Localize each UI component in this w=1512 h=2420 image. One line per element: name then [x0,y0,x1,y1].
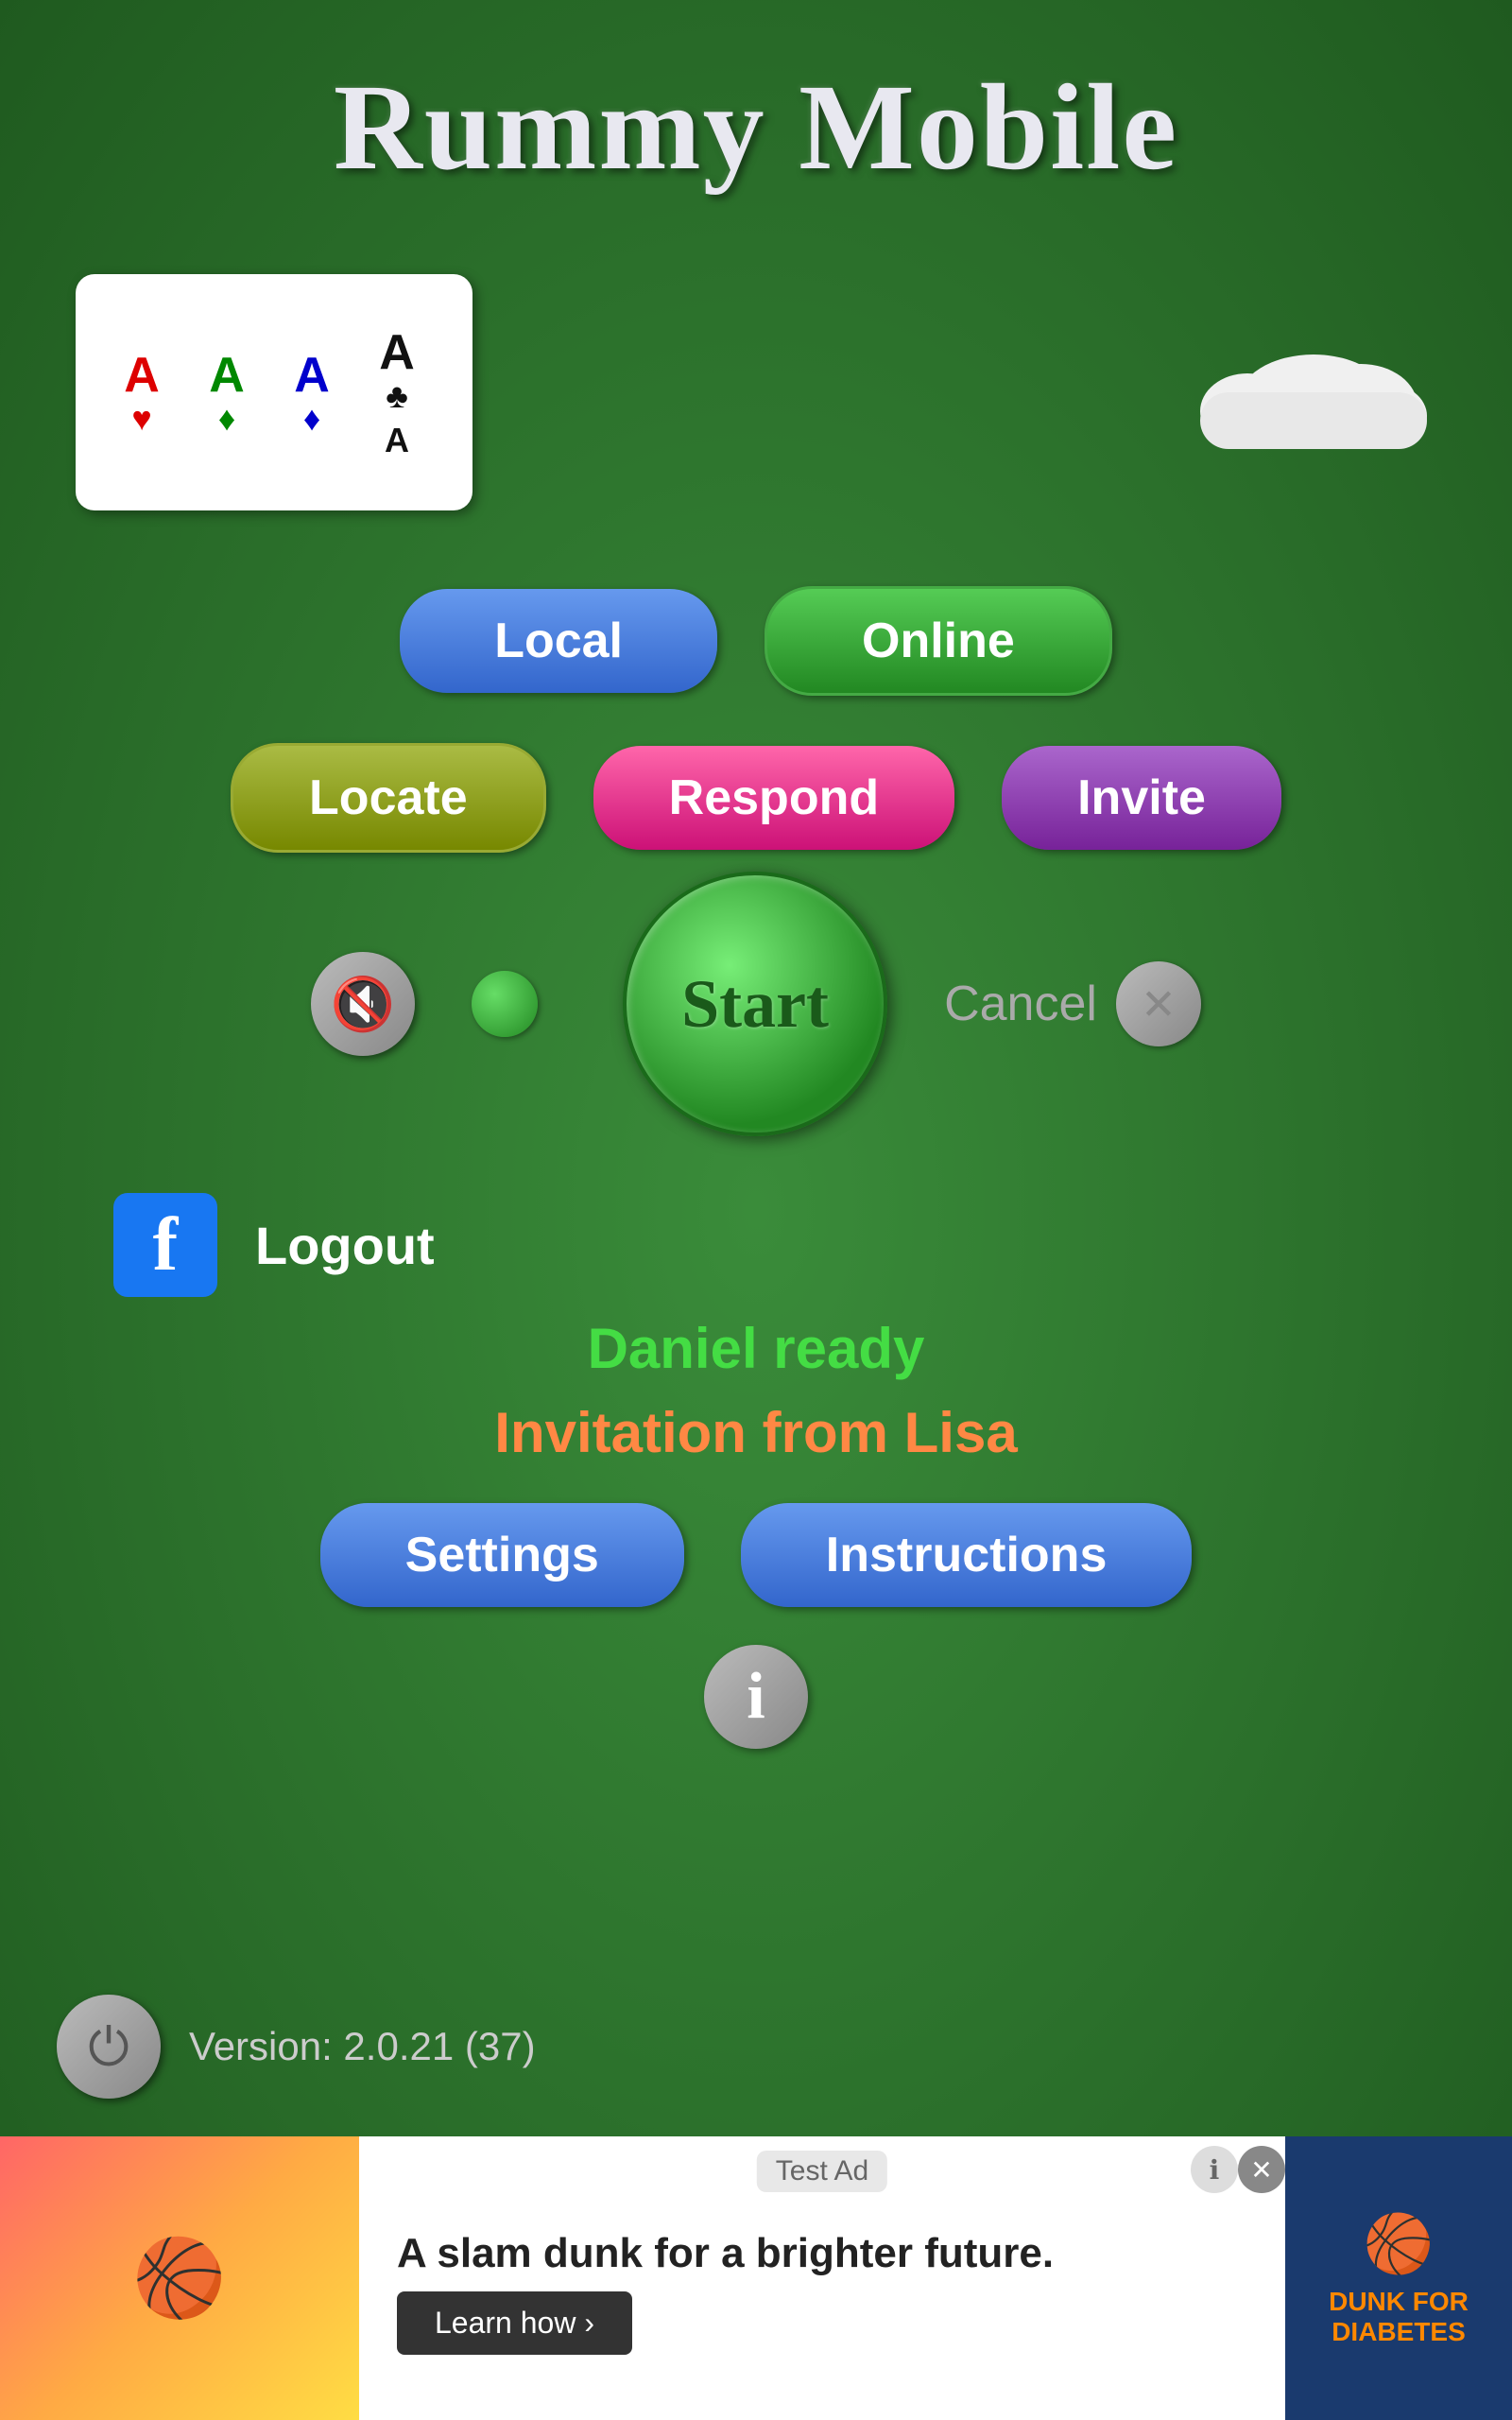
card-ace-hearts: A ♥ [104,347,180,439]
ad-image: 🏀 [0,2136,359,2420]
ad-label: Test Ad [757,2151,887,2192]
logout-button[interactable]: Logout [255,1215,435,1276]
app-title: Rummy Mobile [334,57,1178,199]
settings-button[interactable]: Settings [320,1503,684,1607]
cancel-button[interactable]: ✕ [1116,961,1201,1046]
ad-learn-more-button[interactable]: Learn how › [397,2291,632,2355]
cancel-x-icon: ✕ [1141,979,1177,1029]
player-dots [472,971,538,1037]
local-button[interactable]: Local [400,589,717,693]
locate-respond-invite-row: Locate Respond Invite [231,743,1281,853]
settings-instructions-row: Settings Instructions [320,1503,1193,1607]
player-ready-status: Daniel ready [588,1316,925,1381]
info-icon: i [747,1659,765,1735]
power-icon: ⏻ [88,2016,129,2078]
local-online-row: Local Online [400,586,1112,696]
player-dot-1 [472,971,538,1037]
cards-display: A ♥ A ♦ A ♦ A ♣ A [76,274,472,510]
bottom-section: ⏻ Version: 2.0.21 (37) [57,1995,536,2099]
ad-content-area: Test Ad A slam dunk for a brighter futur… [359,2136,1285,2420]
ad-text: A slam dunk for a brighter future. [397,2230,1247,2277]
game-controls-row: 🔇 Start Cancel ✕ [0,872,1512,1136]
ad-info-button[interactable]: ℹ [1191,2146,1238,2193]
ad-image-placeholder: 🏀 [132,2234,227,2323]
ad-close-button[interactable]: ✕ [1238,2146,1285,2193]
ad-logo-text: DUNK FOR DIABETES [1304,2287,1493,2347]
facebook-icon: f [113,1193,217,1297]
start-button[interactable]: Start [623,872,887,1136]
ad-banner: 🏀 Test Ad A slam dunk for a brighter fut… [0,2136,1512,2420]
cloud-decoration [1191,336,1436,449]
invite-button[interactable]: Invite [1002,746,1281,850]
status-section: Daniel ready Invitation from Lisa [494,1316,1017,1465]
ad-logo-area: 🏀 DUNK FOR DIABETES [1285,2136,1512,2420]
locate-button[interactable]: Locate [231,743,546,853]
cancel-area: Cancel ✕ [944,961,1201,1046]
online-button[interactable]: Online [765,586,1112,696]
invitation-status: Invitation from Lisa [494,1400,1017,1465]
power-button[interactable]: ⏻ [57,1995,161,2099]
mute-icon: 🔇 [331,974,395,1035]
mode-buttons-section: Local Online Locate Respond Invite [0,586,1512,853]
instructions-button[interactable]: Instructions [741,1503,1193,1607]
card-ace-clubs: A ♣ A [359,324,435,460]
card-ace-diamonds-blue: A ♦ [274,347,350,439]
info-button[interactable]: i [704,1645,808,1749]
facebook-section: f Logout [0,1193,1512,1297]
cancel-label: Cancel [944,976,1097,1032]
respond-button[interactable]: Respond [593,746,954,850]
mute-button[interactable]: 🔇 [311,952,415,1056]
card-ace-diamonds-green: A ♦ [189,347,265,439]
cards-cloud-row: A ♥ A ♦ A ♦ A ♣ A [0,274,1512,510]
version-label: Version: 2.0.21 (37) [189,2024,536,2069]
